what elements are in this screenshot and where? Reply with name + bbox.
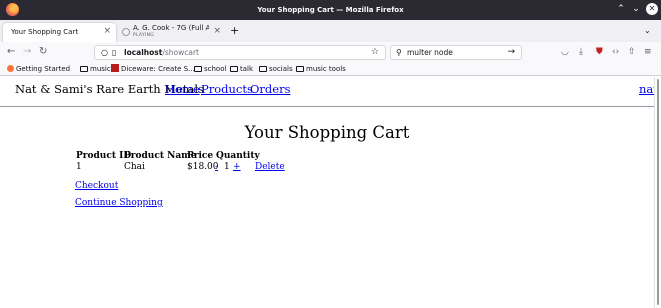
search-input[interactable]: multer node (407, 46, 453, 59)
url-text[interactable]: localhost/showcart (124, 46, 199, 59)
bookmark-folder-talk[interactable]: talk (230, 63, 253, 75)
page-scrollbar[interactable] (654, 77, 661, 308)
cell-product-name: Chai (124, 162, 145, 172)
column-header-product-id: Product ID (76, 151, 132, 161)
bookmark-folder-music-tools[interactable]: music tools (296, 63, 346, 75)
window-titlebar: Your Shopping Cart — Mozilla Firefox ⌃ ⌄… (0, 0, 661, 20)
maximize-window-icon[interactable]: ⌄ (630, 3, 642, 15)
site-navbar: Nat & Sami's Rare Earth Metals Home Prod… (0, 77, 658, 107)
pocket-icon[interactable]: ◡ (561, 46, 569, 58)
scrollbar-thumb[interactable] (657, 79, 659, 305)
cell-quantity: 1 (224, 162, 230, 172)
bookmark-folder-socials[interactable]: socials (259, 63, 293, 75)
url-bar[interactable]: ○ ▯ localhost/showcart ☆ (94, 45, 386, 60)
checkout-link[interactable]: Checkout (75, 181, 118, 191)
column-header-quantity: Quantity (216, 151, 260, 161)
diceware-icon (111, 64, 119, 72)
page-title: Your Shopping Cart (244, 123, 410, 142)
developer-tools-icon[interactable]: ‹› (612, 46, 619, 58)
tab-playing-label: PLAYING (133, 33, 155, 38)
tab-close-icon[interactable]: × (213, 26, 221, 36)
bookmark-diceware[interactable]: Diceware: Create S... (111, 63, 195, 75)
column-header-product-name: Product Name (124, 151, 197, 161)
decrement-quantity-link[interactable]: - (215, 162, 218, 172)
column-header-price: Price (187, 151, 214, 161)
hamburger-menu-icon[interactable]: ≡ (644, 46, 652, 58)
nav-toolbar: ← → ↻ ○ ▯ localhost/showcart ☆ ⚲ multer … (0, 42, 661, 62)
page-icon[interactable]: ▯ (112, 46, 116, 59)
nav-link-products[interactable]: Products (201, 82, 253, 96)
close-window-icon[interactable]: ✕ (646, 3, 658, 15)
back-arrow-icon[interactable]: ← (7, 45, 15, 59)
folder-icon (259, 66, 267, 72)
bookmark-folder-music[interactable]: music (80, 63, 111, 75)
tab-label: Your Shopping Cart (11, 28, 79, 36)
share-icon[interactable]: ⇧ (628, 46, 636, 58)
minimize-window-icon[interactable]: ⌃ (615, 3, 627, 15)
nav-link-home[interactable]: Home (165, 82, 200, 96)
tab-strip: Your Shopping Cart × A. G. Cook - 7G (Fu… (0, 20, 661, 42)
downloads-icon[interactable]: ⤓ (579, 46, 583, 58)
search-go-arrow-icon[interactable]: → (507, 46, 515, 59)
shield-icon[interactable]: ○ (101, 46, 108, 59)
folder-icon (296, 66, 304, 72)
window-title: Your Shopping Cart — Mozilla Firefox (257, 6, 404, 14)
bookmark-star-icon[interactable]: ☆ (371, 46, 379, 59)
firefox-icon (7, 65, 14, 72)
new-tab-button[interactable]: + (230, 24, 239, 37)
reload-icon[interactable]: ↻ (39, 45, 47, 59)
bookmark-getting-started[interactable]: Getting Started (7, 63, 70, 75)
folder-icon (194, 66, 202, 72)
continue-shopping-link[interactable]: Continue Shopping (75, 198, 163, 208)
search-icon: ⚲ (396, 48, 402, 57)
tab-close-icon[interactable]: × (103, 26, 111, 36)
tab-shopping-cart[interactable]: Your Shopping Cart × (3, 23, 116, 42)
bookmark-folder-school[interactable]: school (194, 63, 226, 75)
forward-arrow-icon[interactable]: → (23, 45, 31, 59)
list-all-tabs-chevron-icon[interactable]: ⌄ (644, 26, 651, 35)
ublock-shield-icon[interactable]: ⛊ (596, 46, 603, 58)
nav-link-orders[interactable]: Orders (250, 82, 291, 96)
tab-favicon-icon (122, 28, 130, 36)
cell-price: $18.00 (187, 162, 219, 172)
increment-quantity-link[interactable]: + (233, 162, 241, 172)
page-content: Nat & Sami's Rare Earth Metals Home Prod… (0, 77, 658, 308)
tab-label: A. G. Cook - 7G (Full Alb (133, 24, 209, 32)
cell-product-id: 1 (76, 162, 82, 172)
tab-music-player[interactable]: A. G. Cook - 7G (Full Alb PLAYING × (118, 23, 226, 42)
search-bar[interactable]: ⚲ multer node → (390, 45, 522, 60)
delete-item-link[interactable]: Delete (255, 162, 285, 172)
bookmarks-toolbar: Getting Started music Diceware: Create S… (0, 62, 661, 76)
folder-icon (230, 66, 238, 72)
folder-icon (80, 66, 88, 72)
